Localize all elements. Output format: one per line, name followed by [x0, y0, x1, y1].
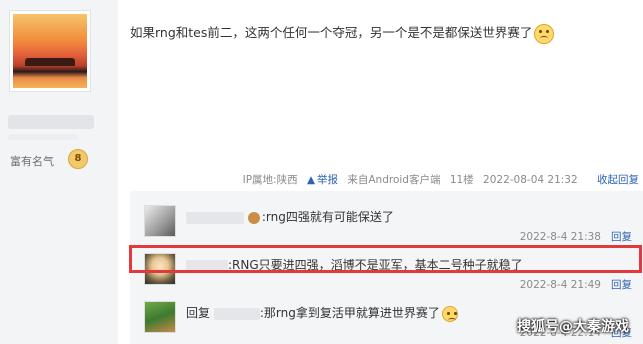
blurred-username[interactable] [186, 259, 228, 272]
reply-body: :RNG只要进四强，滔博不是亚军，基本二号种子就稳了 [186, 256, 523, 273]
reply-text: :那rng拿到复活甲就算进世界赛了 [259, 306, 440, 320]
blurred-user-info [8, 134, 78, 140]
post-content: 如果rng和tes前二，这两个任何一个夺冠，另一个是不是都保送世界赛了 [130, 22, 555, 44]
smile-emoji-icon [441, 305, 458, 322]
floor-number: 11楼 [449, 174, 474, 186]
reply-button[interactable]: 回复 [611, 279, 632, 291]
post-text: 如果rng和tes前二，这两个任何一个夺冠，另一个是不是都保送世界赛了 [130, 25, 533, 40]
sunset-avatar-image [13, 14, 87, 88]
reply-avatar[interactable] [144, 205, 176, 237]
level-badge-icon: 8 [68, 149, 88, 169]
reply-prefix: 回复 [186, 306, 211, 320]
user-avatar[interactable] [9, 10, 91, 92]
reply-meta: 2022-8-4 21:49 回复 [520, 277, 632, 292]
post-meta-bar: IP属地:陕西 ▲ 举报 来自Android客户端 11楼 2022-08-04 … [237, 172, 643, 187]
reply-meta: 2022-8-4 21:38 回复 [520, 229, 632, 244]
ip-location: IP属地:陕西 [242, 174, 298, 186]
cookie-emoji-icon [247, 211, 260, 224]
reply-text: :rng四强就有可能保送了 [261, 210, 394, 224]
reply-time: 2022-8-4 21:49 [519, 279, 601, 291]
post-source: 来自Android客户端 [347, 174, 441, 186]
post-time: 2022-08-04 21:32 [483, 174, 578, 186]
reply-text: :RNG只要进四强，滔博不是亚军，基本二号种子就稳了 [228, 258, 523, 272]
blurred-username[interactable] [186, 211, 244, 224]
reply-body: 回复 :那rng拿到复活甲就算进世界赛了 [186, 304, 458, 322]
reply-body: :rng四强就有可能保送了 [186, 208, 394, 225]
reply-button[interactable]: 回复 [611, 231, 632, 243]
reply-time: 2022-8-4 21:38 [519, 231, 601, 243]
report-button[interactable]: ▲ 举报 [307, 174, 338, 186]
blurred-username[interactable] [213, 307, 260, 320]
watermark: 搜狐号@大秦游戏 [517, 319, 629, 335]
user-rank-label: 富有名气 [10, 155, 54, 168]
blurred-username[interactable] [8, 115, 94, 129]
user-sidebar: 富有名气 8 [0, 0, 118, 344]
smile-emoji-icon [534, 23, 555, 44]
reply-avatar[interactable] [144, 301, 176, 333]
collapse-reply-button[interactable]: 收起回复 [597, 174, 639, 186]
reply-avatar[interactable] [144, 253, 176, 285]
